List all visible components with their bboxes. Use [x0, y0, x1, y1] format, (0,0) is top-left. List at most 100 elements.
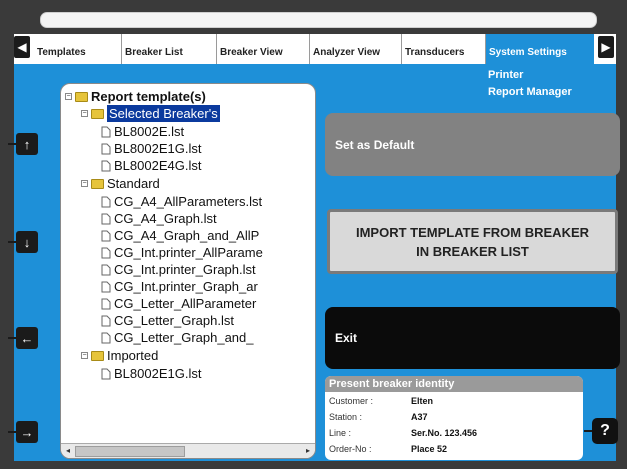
tree-group-standard[interactable]: − Standard — [81, 175, 160, 192]
tree-file[interactable]: BL8002E.lst — [101, 123, 184, 140]
tree-node-label: BL8002E4G.lst — [114, 158, 202, 173]
tree-file[interactable]: BL8002E1G.lst — [101, 365, 201, 382]
folder-icon — [75, 91, 88, 102]
breaker-identity-panel: Present breaker identity Customer : Elte… — [325, 376, 583, 460]
identity-value: Place 52 — [411, 444, 448, 454]
tree-file[interactable]: CG_A4_Graph.lst — [101, 210, 217, 227]
file-icon — [101, 264, 111, 276]
divider — [8, 337, 16, 339]
set-as-default-button[interactable]: Set as Default — [325, 113, 620, 176]
tree-file[interactable]: CG_Letter_Graph.lst — [101, 312, 234, 329]
file-icon — [101, 160, 111, 172]
tree-node-label: CG_A4_AllParameters.lst — [114, 194, 263, 209]
tree-group-selected-breakers[interactable]: − Selected Breaker's — [81, 105, 220, 122]
tab-breaker-view[interactable]: Breaker View — [217, 34, 310, 64]
tree-file[interactable]: CG_Int.printer_Graph_ar — [101, 278, 258, 295]
template-tree[interactable]: − Report template(s) − Selected Breaker's … — [60, 83, 316, 459]
horizontal-scrollbar[interactable]: ◂ ▸ — [61, 443, 315, 458]
collapse-icon[interactable]: − — [81, 180, 88, 187]
identity-label: Customer : — [329, 396, 374, 406]
tree-file[interactable]: BL8002E4G.lst — [101, 157, 201, 174]
file-icon — [101, 126, 111, 138]
tree-node-label: Standard — [107, 176, 160, 191]
identity-label: Station : — [329, 412, 363, 422]
file-icon — [101, 196, 111, 208]
divider — [8, 431, 16, 433]
tab-templates[interactable]: Templates — [34, 34, 122, 64]
tree-root[interactable]: − Report template(s) — [65, 88, 206, 105]
tab-prev-button[interactable]: ◀ — [14, 36, 30, 58]
identity-value: A37 — [411, 412, 428, 422]
tab-next-button[interactable]: ▶ — [598, 36, 614, 58]
divider — [584, 430, 592, 432]
help-button[interactable]: ? — [592, 418, 618, 444]
chevron-right-icon: ▶ — [601, 40, 611, 54]
title-bar — [40, 12, 597, 28]
divider — [8, 143, 16, 145]
tree-node-label: BL8002E1G.lst — [114, 141, 202, 156]
import-template-button[interactable]: IMPORT TEMPLATE FROM BREAKER IN BREAKER … — [327, 209, 618, 274]
button-label: Exit — [335, 331, 358, 345]
file-icon — [101, 230, 111, 242]
down-button[interactable]: ↓ — [16, 231, 38, 253]
tree-file[interactable]: CG_Letter_Graph_and_ — [101, 329, 253, 346]
tree-node-label: CG_Int.printer_Graph_ar — [114, 279, 258, 294]
right-button[interactable]: → — [16, 421, 38, 443]
collapse-icon[interactable]: − — [81, 110, 88, 117]
tree-file[interactable]: CG_A4_Graph_and_AllP — [101, 227, 259, 244]
file-icon — [101, 143, 111, 155]
tree-file[interactable]: CG_Int.printer_Graph.lst — [101, 261, 256, 278]
arrow-left-icon: ← — [20, 330, 34, 346]
identity-value: Ser.No. 123.456 — [411, 428, 478, 438]
submenu-item-report-manager[interactable]: Report Manager — [488, 84, 572, 101]
tab-label: System Settings — [489, 47, 567, 58]
identity-label: Line : — [329, 428, 352, 438]
collapse-icon[interactable]: − — [65, 93, 72, 100]
tree-node-label: Selected Breaker's — [107, 105, 220, 122]
tree-node-label: CG_A4_Graph_and_AllP — [114, 228, 260, 243]
tree-file[interactable]: CG_Letter_AllParameter — [101, 295, 256, 312]
tab-system-settings[interactable]: System Settings — [486, 34, 594, 64]
tree-node-label: Imported — [107, 348, 159, 363]
file-icon — [101, 368, 111, 380]
identity-label: Order-No : — [329, 444, 372, 454]
submenu-item-printer[interactable]: Printer — [488, 67, 572, 84]
collapse-icon[interactable]: − — [81, 352, 88, 359]
tree-node-label: BL8002E.lst — [114, 124, 185, 139]
tree-node-label: CG_A4_Graph.lst — [114, 211, 217, 226]
folder-icon — [91, 178, 104, 189]
tree-file[interactable]: CG_Int.printer_AllParame — [101, 244, 263, 261]
submenu: Printer Report Manager — [488, 67, 572, 101]
scrollbar-thumb[interactable] — [75, 446, 185, 457]
tree-node-label: CG_Letter_Graph.lst — [114, 313, 234, 328]
scroll-right-icon[interactable]: ▸ — [303, 446, 313, 456]
tree-node-label: Report template(s) — [91, 89, 206, 104]
file-icon — [101, 213, 111, 225]
tree-file[interactable]: BL8002E1G.lst — [101, 140, 201, 157]
folder-icon — [91, 108, 104, 119]
up-button[interactable]: ↑ — [16, 133, 38, 155]
button-label: IMPORT TEMPLATE FROM BREAKER IN BREAKER … — [355, 224, 590, 259]
tree-node-label: CG_Letter_AllParameter — [114, 296, 257, 311]
tab-analyzer-view[interactable]: Analyzer View — [310, 34, 402, 64]
scroll-left-icon[interactable]: ◂ — [63, 446, 73, 456]
help-icon: ? — [600, 422, 610, 439]
tab-breaker-list[interactable]: Breaker List — [122, 34, 217, 64]
tree-node-label: BL8002E1G.lst — [114, 366, 202, 381]
arrow-down-icon: ↓ — [23, 234, 31, 250]
divider — [8, 241, 16, 243]
tree-node-label: CG_Int.printer_Graph.lst — [114, 262, 256, 277]
tab-bar: Templates Breaker List Breaker View Anal… — [14, 34, 616, 64]
identity-value: Elten — [411, 396, 434, 406]
tab-label: Breaker List — [125, 47, 183, 58]
exit-button[interactable]: Exit — [325, 307, 620, 369]
tab-transducers[interactable]: Transducers — [402, 34, 486, 64]
chevron-left-icon: ◀ — [17, 40, 27, 54]
button-label: Set as Default — [335, 137, 415, 152]
identity-title: Present breaker identity — [325, 376, 583, 392]
tab-label: Breaker View — [220, 47, 283, 58]
left-button[interactable]: ← — [16, 327, 38, 349]
tree-node-label: CG_Int.printer_AllParame — [114, 245, 263, 260]
tree-group-imported[interactable]: − Imported — [81, 347, 158, 364]
tree-file[interactable]: CG_A4_AllParameters.lst — [101, 193, 262, 210]
